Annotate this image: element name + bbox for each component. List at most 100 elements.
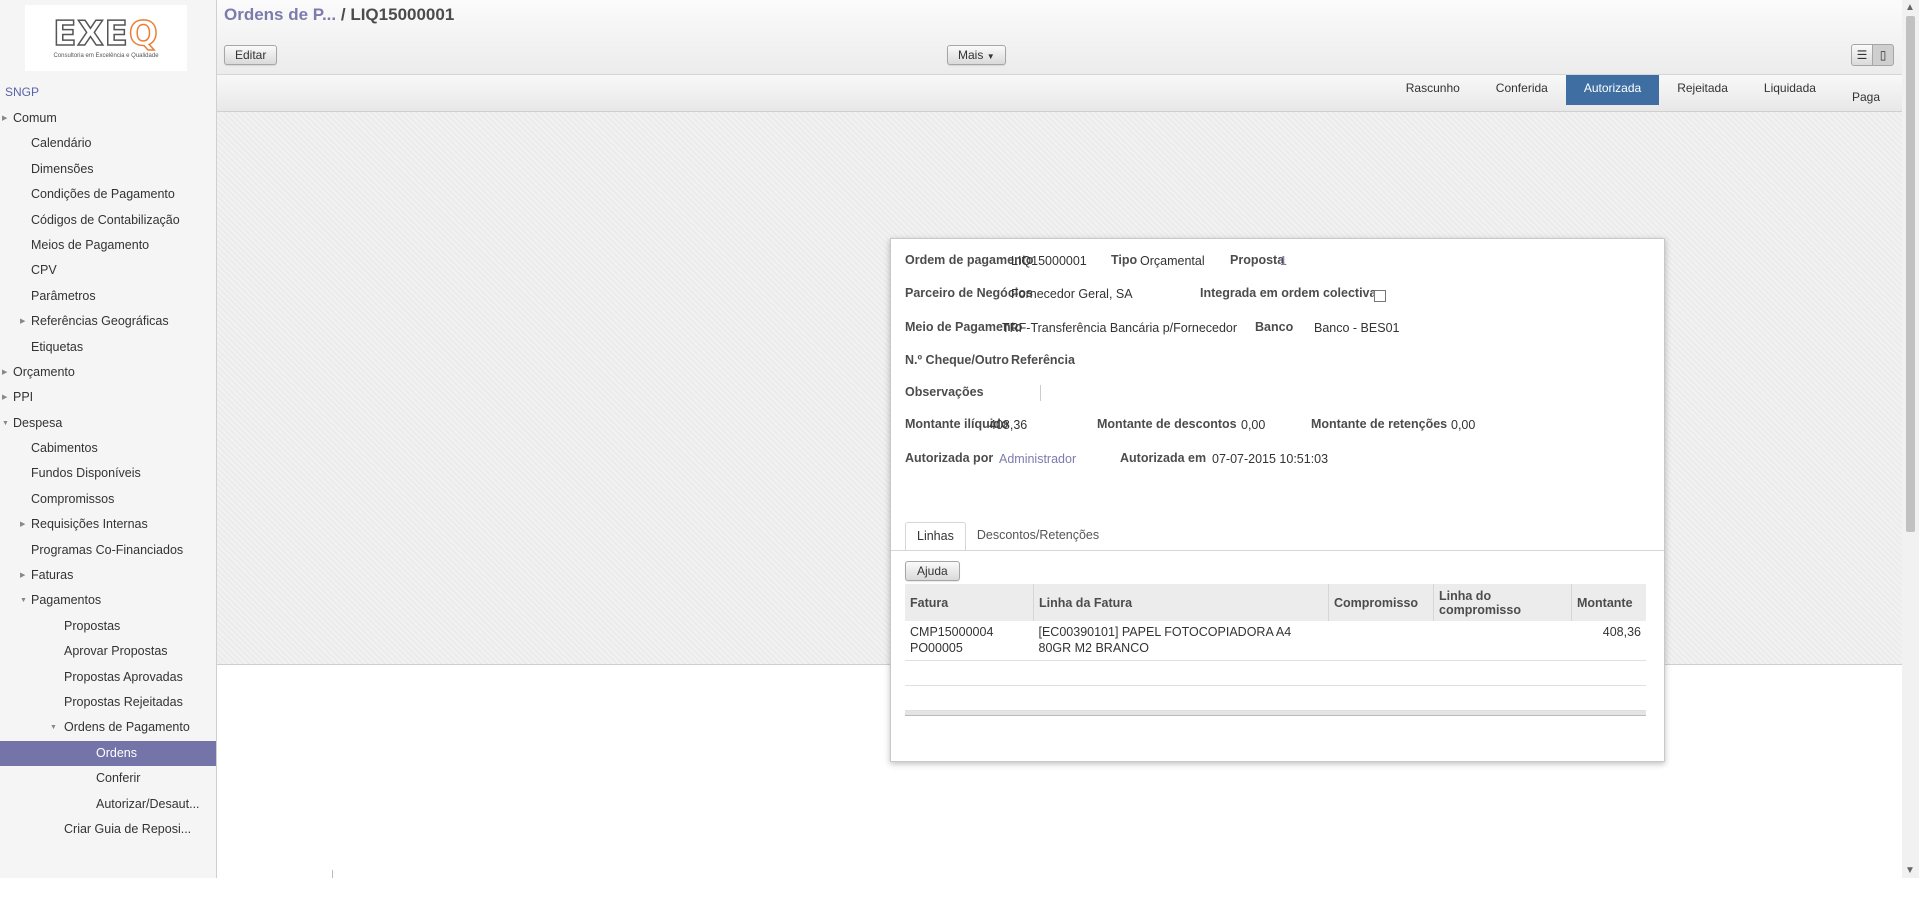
vertical-scrollbar[interactable]: ▲ ▼ xyxy=(1902,0,1919,878)
stage-rejeitada[interactable]: Rejeitada xyxy=(1659,75,1746,105)
column-header-fatura[interactable]: Fatura xyxy=(905,584,1034,621)
more-button-label: Mais xyxy=(958,48,984,62)
proposta-label: Proposta xyxy=(1230,253,1285,267)
descontos-value: 0,00 xyxy=(1241,418,1266,432)
form-icon: ▯ xyxy=(1879,48,1887,62)
caret-right-icon[interactable]: ▶ xyxy=(2,106,7,131)
sidebar: EXEQ Consultoria em Excelência e Qualida… xyxy=(0,0,217,878)
sidebar-item-propostas[interactable]: Propostas xyxy=(0,614,216,639)
help-button[interactable]: Ajuda xyxy=(905,561,960,581)
sidebar-item-autorizar-desaut[interactable]: Autorizar/Desaut... xyxy=(0,792,216,817)
referencia-label: Referência xyxy=(1011,353,1075,367)
sidebar-item-ppi[interactable]: ▶ PPI xyxy=(0,385,216,410)
sidebar-item-label: Cabimentos xyxy=(31,441,98,456)
autorizada-por-link[interactable]: Administrador xyxy=(999,452,1076,466)
sidebar-item-label: Etiquetas xyxy=(31,339,84,354)
liquido-value: 408,36 xyxy=(989,418,1028,432)
sidebar-item-comum[interactable]: ▶ Comum xyxy=(0,106,216,131)
sidebar-item-meios-de-pagamento[interactable]: Meios de Pagamento xyxy=(0,233,216,258)
sidebar-item-requisi-es-internas[interactable]: ▶ Requisições Internas xyxy=(0,512,216,537)
stage-autorizada[interactable]: Autorizada xyxy=(1565,75,1660,105)
observacoes-label: Observações xyxy=(905,385,984,399)
form-view-button[interactable]: ▯ xyxy=(1872,44,1894,66)
column-header-linha-compromisso[interactable]: Linha do compromisso xyxy=(1433,584,1572,621)
sidebar-item-c-digos-de-contabiliza-o[interactable]: Códigos de Contabilização xyxy=(0,208,216,233)
tab-divider xyxy=(891,550,1664,551)
column-header-linha-fatura[interactable]: Linha da Fatura xyxy=(1033,584,1329,621)
caret-right-icon[interactable]: ▶ xyxy=(2,385,7,410)
sidebar-item-compromissos[interactable]: Compromissos xyxy=(0,487,216,512)
sidebar-item-despesa[interactable]: ▼ Despesa xyxy=(0,411,216,436)
scroll-up-arrow-icon[interactable]: ▲ xyxy=(1905,2,1915,13)
sidebar-item-refer-ncias-geogr-ficas[interactable]: ▶ Referências Geográficas xyxy=(0,309,216,334)
sidebar-item-label: PPI xyxy=(13,390,34,405)
stage-liquidada[interactable]: Liquidada xyxy=(1746,75,1834,105)
empty-row xyxy=(905,685,1646,711)
integrada-checkbox[interactable] xyxy=(1374,290,1386,302)
sidebar-item-condi-es-de-pagamento[interactable]: Condições de Pagamento xyxy=(0,182,216,207)
form-content: Ordem de pagamento LIQ15000001 Tipo Orça… xyxy=(217,112,1902,762)
tipo-label: Tipo xyxy=(1111,253,1138,267)
sidebar-item-ordens[interactable]: Ordens xyxy=(0,740,216,767)
sidebar-item-or-amento[interactable]: ▶ Orçamento xyxy=(0,360,216,385)
sidebar-item-par-metros[interactable]: Parâmetros xyxy=(0,284,216,309)
stage-conferida[interactable]: Conferida xyxy=(1478,75,1566,105)
sidebar-item-propostas-rejeitadas[interactable]: Propostas Rejeitadas xyxy=(0,690,216,715)
caret-down-icon[interactable]: ▼ xyxy=(50,715,57,740)
sidebar-item-label: Propostas Aprovadas xyxy=(64,669,183,684)
scroll-down-arrow-icon[interactable]: ▼ xyxy=(1905,865,1915,876)
caret-down-icon[interactable]: ▼ xyxy=(2,411,9,436)
sidebar-item-etiquetas[interactable]: Etiquetas xyxy=(0,335,216,360)
sidebar-item-ordens-de-pagamento[interactable]: ▼ Ordens de Pagamento xyxy=(0,715,216,740)
caret-right-icon[interactable]: ▶ xyxy=(2,360,7,385)
cell-linha-compromisso xyxy=(1433,621,1572,661)
proposta-link[interactable]: 1 xyxy=(1280,254,1287,268)
sidebar-item-faturas[interactable]: ▶ Faturas xyxy=(0,563,216,588)
company-logo[interactable]: EXEQ Consultoria em Excelência e Qualida… xyxy=(25,5,187,71)
caret-right-icon[interactable]: ▶ xyxy=(20,512,25,537)
caret-down-icon[interactable]: ▼ xyxy=(20,588,27,613)
column-header-compromisso[interactable]: Compromisso xyxy=(1328,584,1434,621)
sidebar-item-label: Comum xyxy=(13,111,57,125)
sidebar-item-pagamentos[interactable]: ▼ Pagamentos xyxy=(0,588,216,613)
banco-label: Banco xyxy=(1255,320,1294,334)
sidebar-item-programas-co-financiados[interactable]: Programas Co-Financiados xyxy=(0,538,216,563)
sidebar-item-label: Aprovar Propostas xyxy=(64,644,168,659)
caret-right-icon[interactable]: ▶ xyxy=(20,309,25,334)
cell-fatura: CMP15000004 PO00005 xyxy=(905,621,1034,661)
stage-paga[interactable]: Paga xyxy=(1834,75,1898,105)
tab-descontos-retencoes[interactable]: Descontos/Retenções xyxy=(966,522,1110,549)
empty-row xyxy=(905,660,1646,686)
tab-linhas[interactable]: Linhas xyxy=(905,522,966,551)
edit-button[interactable]: Editar xyxy=(224,45,278,65)
cell-montante: 408,36 xyxy=(1571,621,1646,661)
retencoes-label: Montante de retenções xyxy=(1311,417,1448,431)
more-button[interactable]: Mais ▼ xyxy=(947,45,1006,65)
sidebar-item-label: Propostas Rejeitadas xyxy=(64,694,183,709)
app-title: SNGP xyxy=(5,85,40,99)
breadcrumb-parent-link[interactable]: Ordens de P... xyxy=(224,5,336,24)
autorizada-por-label: Autorizada por xyxy=(905,451,994,465)
observacoes-field[interactable] xyxy=(1040,385,1041,401)
sidebar-item-calend-rio[interactable]: Calendário xyxy=(0,131,216,156)
sidebar-item-label: Referências Geográficas xyxy=(31,314,169,329)
sidebar-item-cabimentos[interactable]: Cabimentos xyxy=(0,436,216,461)
sidebar-item-criar-guia-de-reposi[interactable]: Criar Guia de Reposi... xyxy=(0,817,216,842)
caret-right-icon[interactable]: ▶ xyxy=(20,563,25,588)
stage-pipeline: Rascunho Conferida Autorizada Rejeitada Liqu… xyxy=(1388,75,1898,105)
scroll-thumb[interactable] xyxy=(1906,16,1915,532)
sidebar-item-label: Meios de Pagamento xyxy=(31,237,150,252)
sidebar-item-conferir[interactable]: Conferir xyxy=(0,766,216,791)
sidebar-item-cpv[interactable]: CPV xyxy=(0,258,216,283)
table-row[interactable]: CMP15000004 PO00005 [EC00390101] PAPEL F… xyxy=(905,621,1646,661)
stage-rascunho[interactable]: Rascunho xyxy=(1388,75,1478,105)
retencoes-value: 0,00 xyxy=(1451,418,1476,432)
sidebar-item-fundos-dispon-veis[interactable]: Fundos Disponíveis xyxy=(0,461,216,486)
sidebar-item-dimens-es[interactable]: Dimensões xyxy=(0,157,216,182)
sidebar-item-aprovar-propostas[interactable]: Aprovar Propostas xyxy=(0,639,216,664)
list-view-button[interactable]: ☰ xyxy=(1851,44,1873,66)
caret-down-icon: ▼ xyxy=(986,52,995,61)
sidebar-item-propostas-aprovadas[interactable]: Propostas Aprovadas xyxy=(0,665,216,690)
sidebar-item-label: Fundos Disponíveis xyxy=(31,466,141,481)
column-header-montante[interactable]: Montante xyxy=(1571,584,1646,621)
